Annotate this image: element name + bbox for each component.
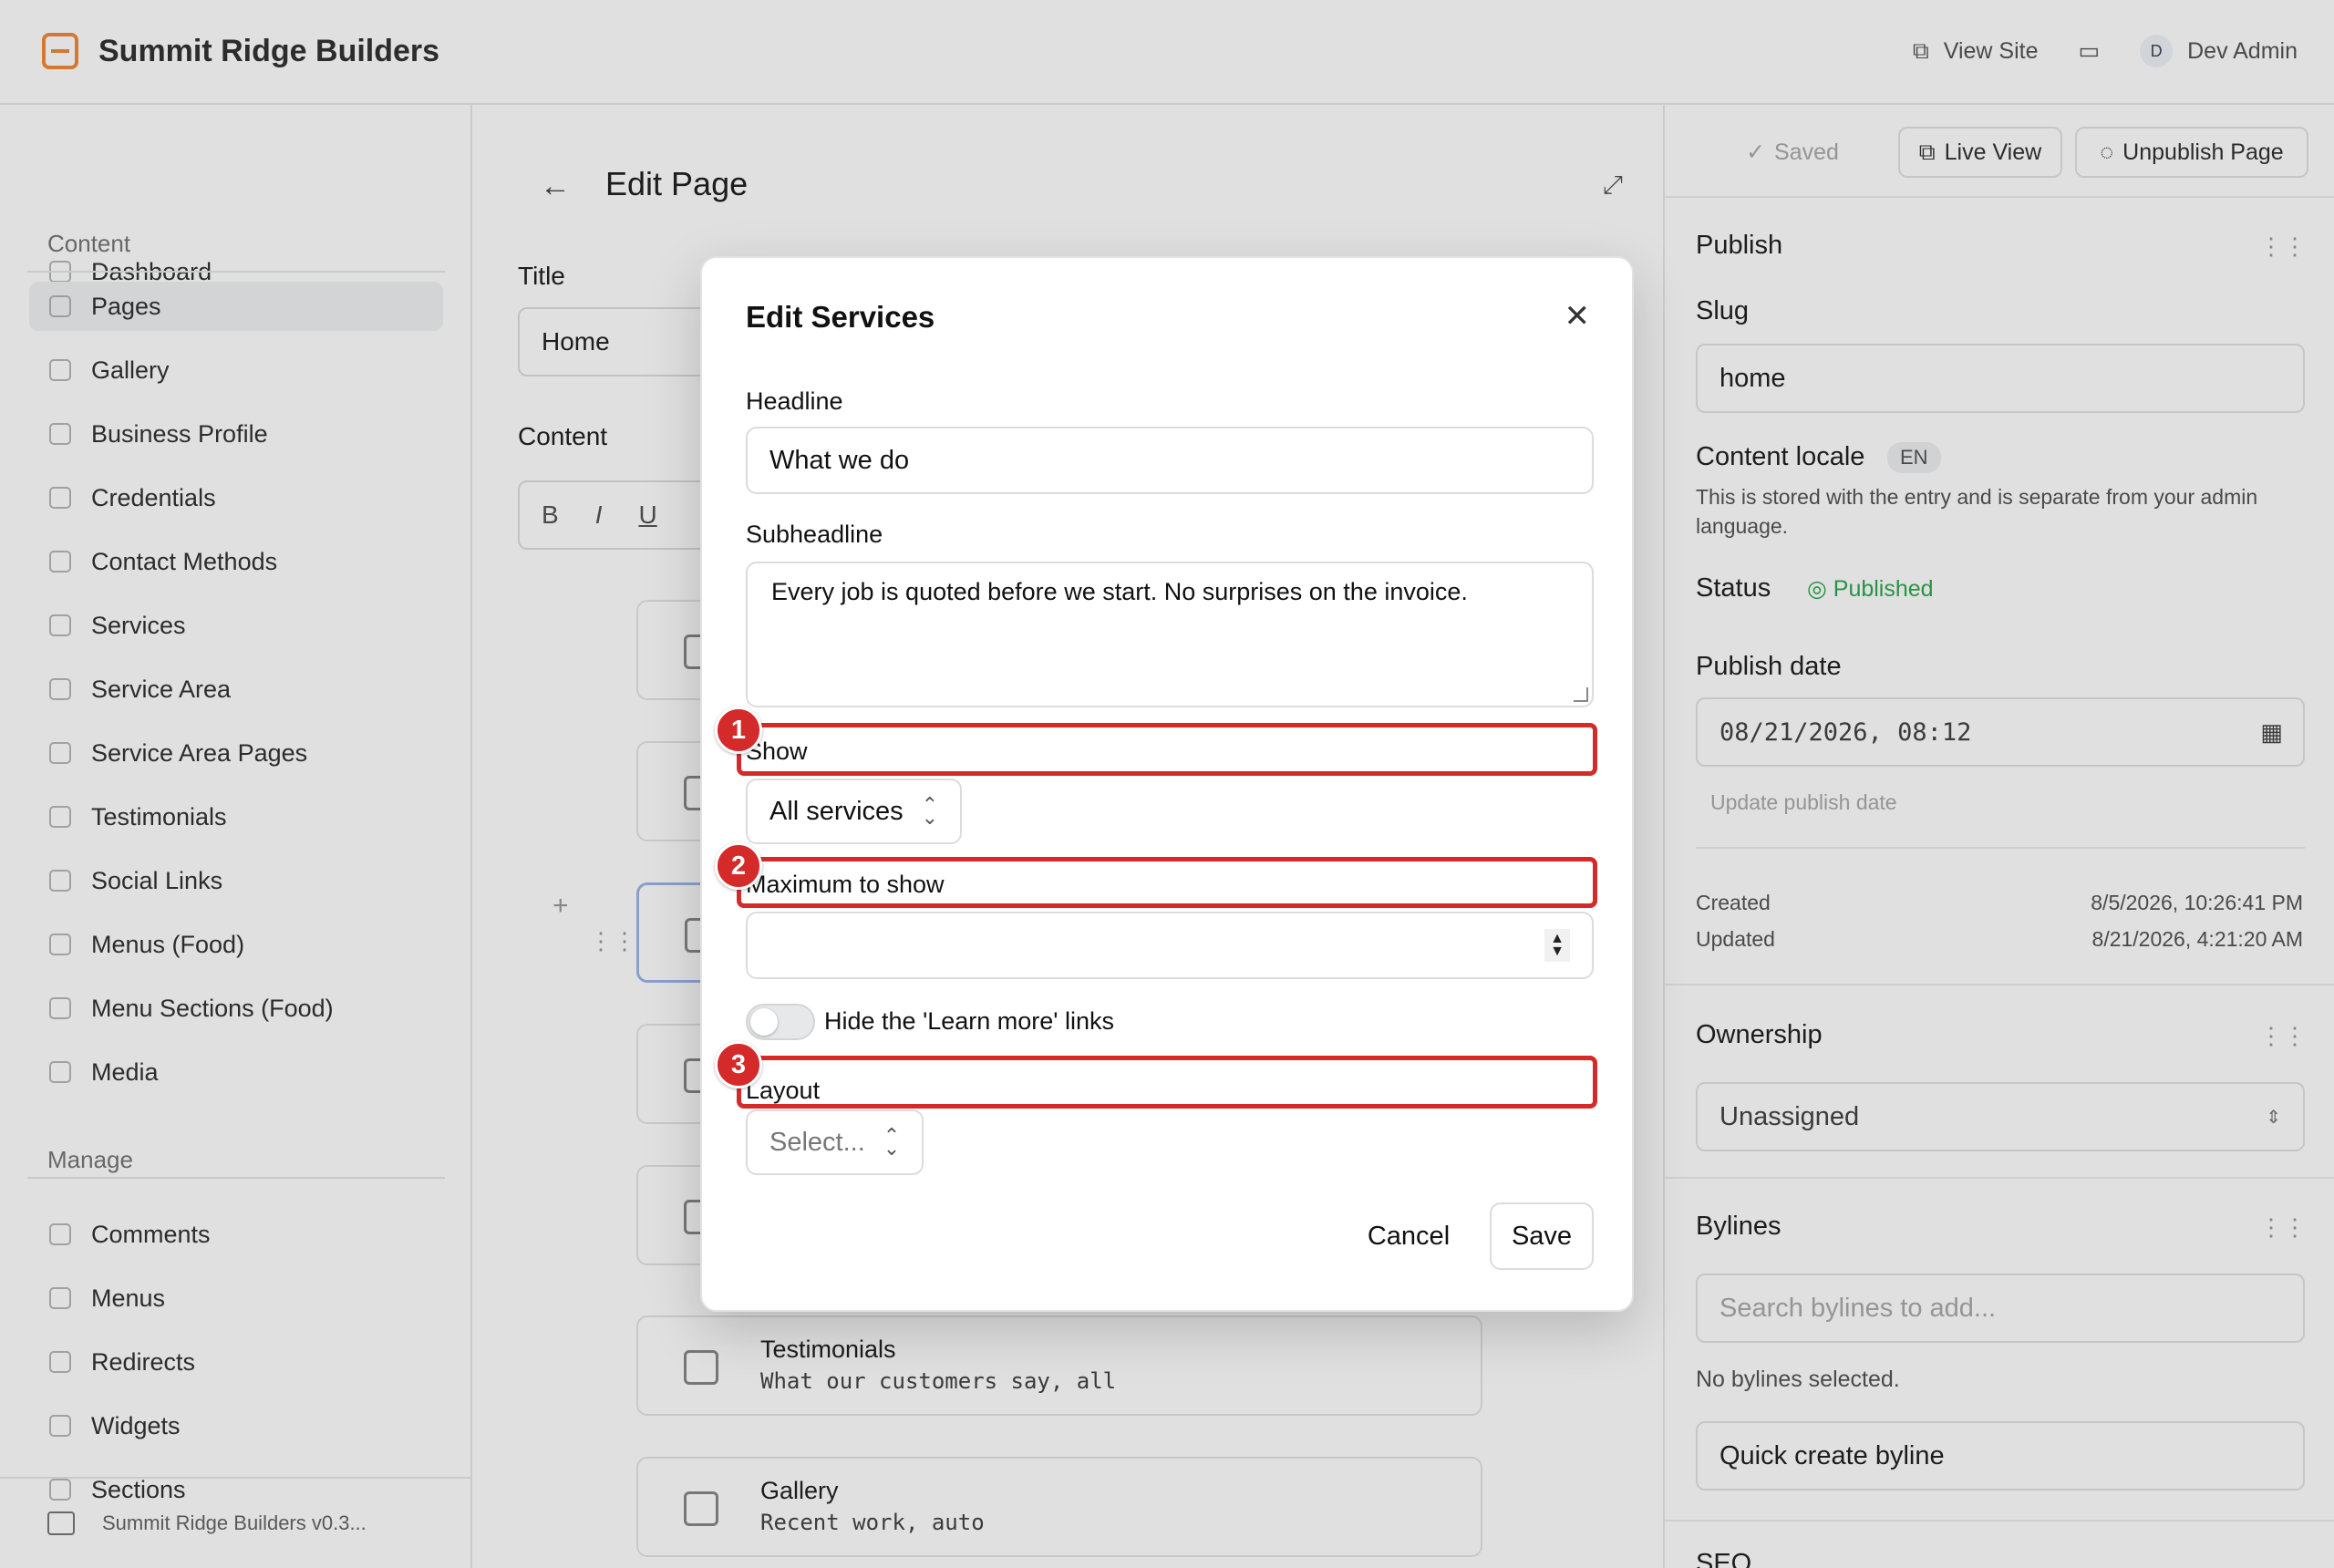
close-icon[interactable]: ✕: [1565, 298, 1591, 335]
save-button[interactable]: Save: [1490, 1202, 1594, 1270]
cancel-button[interactable]: Cancel: [1349, 1202, 1468, 1270]
subheadline-textarea[interactable]: Every job is quoted before we start. No …: [746, 562, 1594, 707]
annotation-highlight-max: [737, 857, 1597, 908]
annotation-badge: 1: [715, 707, 762, 754]
annotation-highlight-layout: [737, 1056, 1597, 1109]
annotation-badge: 2: [715, 842, 762, 890]
subheadline-value: Every job is quoted before we start. No …: [771, 578, 1468, 605]
hide-learn-more-toggle[interactable]: [746, 1004, 815, 1040]
headline-label: Headline: [746, 387, 843, 415]
max-number-input[interactable]: ▲ ▼: [746, 912, 1594, 979]
headline-input[interactable]: What we do: [746, 427, 1594, 494]
annotation-highlight-show: [737, 723, 1597, 776]
headline-value: What we do: [769, 445, 910, 475]
toggle-knob: [750, 1008, 778, 1036]
show-select[interactable]: All services ⌃ ⌄: [746, 779, 963, 844]
hide-learn-more-label: Hide the 'Learn more' links: [824, 1007, 1114, 1035]
save-label: Save: [1511, 1221, 1573, 1251]
chevron-up-down-icon: ⌃ ⌄: [921, 793, 939, 829]
layout-placeholder: Select...: [769, 1127, 865, 1157]
show-value: All services: [769, 796, 904, 826]
number-stepper-icon[interactable]: ▲ ▼: [1544, 929, 1570, 962]
cancel-label: Cancel: [1367, 1221, 1451, 1251]
edit-services-dialog: Edit Services ✕ Headline What we do Subh…: [700, 256, 1634, 1312]
layout-select[interactable]: Select... ⌃ ⌄: [746, 1109, 924, 1175]
annotation-badge: 3: [715, 1041, 762, 1088]
resize-handle-icon[interactable]: [1574, 687, 1588, 702]
subheadline-label: Subheadline: [746, 521, 883, 548]
dialog-title: Edit Services: [746, 300, 935, 334]
chevron-up-down-icon: ⌃ ⌄: [883, 1124, 901, 1160]
